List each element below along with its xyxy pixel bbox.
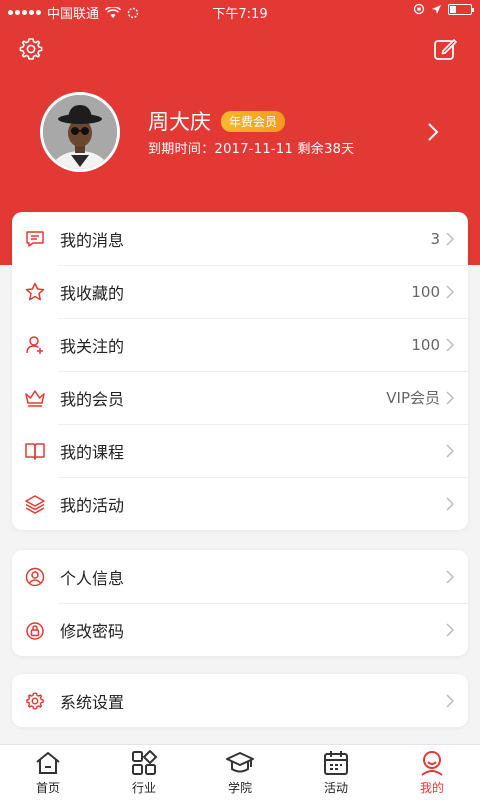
menu-item-change-password[interactable]: 修改密码 xyxy=(12,603,468,656)
profile-section[interactable]: 周大庆 年费会员 到期时间：2017-11-11 剩余38天 xyxy=(40,92,460,172)
chevron-right-icon xyxy=(446,443,454,458)
membership-badge: 年费会员 xyxy=(221,110,286,132)
menu-item-label: 我收藏的 xyxy=(60,283,125,303)
menu-item-label: 我的活动 xyxy=(60,495,125,515)
crown-icon xyxy=(24,387,46,409)
battery-icon xyxy=(448,3,474,15)
tab-label: 我的 xyxy=(419,781,444,795)
tab-label: 学院 xyxy=(227,781,252,795)
tab-activities[interactable]: 活动 xyxy=(288,745,384,800)
chevron-right-icon xyxy=(446,390,454,405)
chevron-right-icon xyxy=(446,284,454,299)
tab-label: 行业 xyxy=(131,781,156,795)
chevron-right-icon xyxy=(446,622,454,637)
chevron-right-icon xyxy=(446,496,454,511)
location-icon xyxy=(432,4,441,14)
menu-item-messages[interactable]: 我的消息 3 xyxy=(12,212,468,265)
lock-icon xyxy=(24,619,46,641)
message-icon xyxy=(24,228,46,250)
menu-item-label: 个人信息 xyxy=(60,568,125,588)
grid-icon xyxy=(132,750,157,775)
membership-expiry: 到期时间：2017-11-11 剩余38天 xyxy=(148,142,355,157)
tab-mine[interactable]: 我的 xyxy=(384,745,480,800)
layers-icon xyxy=(24,493,46,515)
tab-academy[interactable]: 学院 xyxy=(192,745,288,800)
menu-item-favorites[interactable]: 我收藏的 100 xyxy=(12,265,468,318)
bottom-tab-bar: 首页 行业 学院 活动 我的 xyxy=(0,744,480,800)
menu-item-membership[interactable]: 我的会员 VIP会员 xyxy=(12,371,468,424)
avatar-image xyxy=(43,95,117,169)
user-add-icon xyxy=(24,334,46,356)
chevron-right-icon xyxy=(446,337,454,352)
menu-item-value: VIP会员 xyxy=(386,389,440,407)
graduation-cap-icon xyxy=(226,752,254,773)
user-name: 周大庆 xyxy=(148,110,211,134)
menu-item-value: 3 xyxy=(430,229,440,248)
menu-item-label: 系统设置 xyxy=(60,692,125,712)
menu-item-label: 我关注的 xyxy=(60,336,125,356)
menu-item-label: 修改密码 xyxy=(60,621,125,641)
menu-item-personal-info[interactable]: 个人信息 xyxy=(12,550,468,603)
menu-item-label: 我的消息 xyxy=(60,230,125,250)
gear-icon xyxy=(24,690,46,712)
menu-item-label: 我的课程 xyxy=(60,442,125,462)
status-bar: 中国联通 下午7:19 xyxy=(0,0,480,22)
menu-item-system-settings[interactable]: 系统设置 xyxy=(12,674,468,727)
menu-item-label: 我的会员 xyxy=(60,389,125,409)
chevron-right-icon xyxy=(446,231,454,246)
star-icon xyxy=(24,281,46,303)
menu-item-value: 100 xyxy=(411,282,440,301)
home-icon xyxy=(36,752,60,774)
user-circle-icon xyxy=(24,566,46,588)
calendar-icon xyxy=(324,751,348,775)
chevron-right-icon[interactable] xyxy=(426,122,440,142)
chevron-right-icon xyxy=(446,693,454,708)
tab-label: 首页 xyxy=(35,781,60,795)
status-time: 下午7:19 xyxy=(212,7,268,22)
system-menu-card: 系统设置 xyxy=(12,674,468,727)
menu-item-following[interactable]: 我关注的 100 xyxy=(12,318,468,371)
edit-icon[interactable] xyxy=(432,36,458,62)
menu-item-activities[interactable]: 我的活动 xyxy=(12,477,468,530)
avatar[interactable] xyxy=(40,92,120,172)
tab-industry[interactable]: 行业 xyxy=(96,745,192,800)
chevron-right-icon xyxy=(446,569,454,584)
book-icon xyxy=(24,440,46,462)
gear-icon[interactable] xyxy=(18,36,44,62)
menu-item-courses[interactable]: 我的课程 xyxy=(12,424,468,477)
account-menu-card: 个人信息 修改密码 xyxy=(12,550,468,656)
profile-icon xyxy=(421,751,443,776)
tab-home[interactable]: 首页 xyxy=(0,745,96,800)
orientation-lock-icon xyxy=(413,3,425,15)
menu-item-value: 100 xyxy=(411,335,440,354)
tab-label: 活动 xyxy=(323,781,348,795)
main-menu-card: 我的消息 3 我收藏的 100 我关注的 100 我的会员 VIP会员 我的课程 xyxy=(12,212,468,530)
